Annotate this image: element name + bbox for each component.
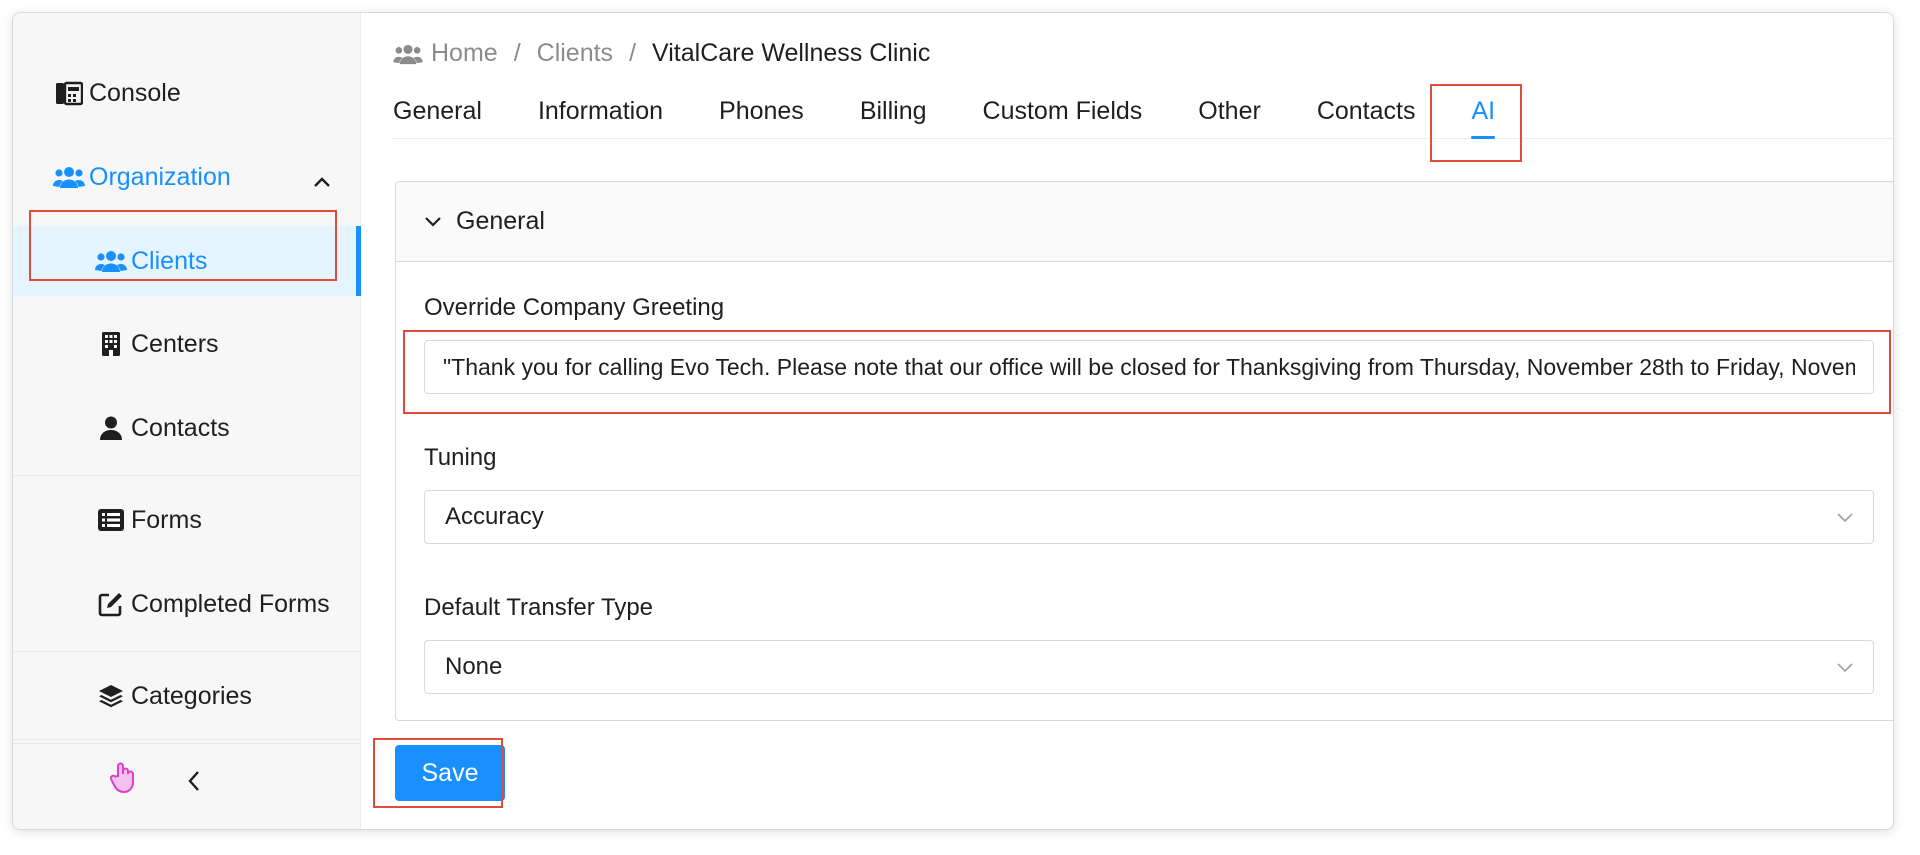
general-collapse-panel: General Override Company Greeting Tuning… bbox=[395, 181, 1893, 721]
tab-billing[interactable]: Billing bbox=[860, 75, 927, 139]
sidebar-item-label: Organization bbox=[89, 162, 231, 191]
tuning-value: Accuracy bbox=[445, 503, 544, 530]
building-icon bbox=[95, 328, 127, 360]
sidebar-item-label: Centers bbox=[131, 329, 219, 358]
tab-general[interactable]: General bbox=[393, 75, 482, 139]
tab-custom-fields[interactable]: Custom Fields bbox=[983, 75, 1143, 139]
app-window: Console Organization Clients Centers Con… bbox=[12, 12, 1894, 830]
sidebar: Console Organization Clients Centers Con… bbox=[13, 13, 361, 829]
sidebar-item-label: Forms bbox=[131, 505, 202, 534]
layers-icon bbox=[95, 680, 127, 712]
breadcrumb-current: VitalCare Wellness Clinic bbox=[652, 39, 931, 67]
tab-information[interactable]: Information bbox=[538, 75, 663, 139]
chevron-left-icon bbox=[187, 770, 201, 797]
transfer-type-select[interactable]: None bbox=[424, 640, 1874, 694]
sidebar-item-organization[interactable]: Organization bbox=[13, 142, 361, 212]
sidebar-item-centers[interactable]: Centers bbox=[13, 309, 361, 379]
sidebar-item-forms[interactable]: Forms bbox=[13, 485, 361, 555]
sidebar-divider bbox=[13, 651, 361, 652]
users-icon bbox=[393, 43, 423, 65]
breadcrumb: Home / Clients / VitalCare Wellness Clin… bbox=[393, 39, 930, 68]
greeting-input[interactable] bbox=[424, 340, 1874, 394]
chevron-down-icon bbox=[1835, 507, 1855, 527]
save-button[interactable]: Save bbox=[395, 745, 505, 801]
chevron-up-icon[interactable] bbox=[313, 166, 331, 195]
users-icon bbox=[95, 245, 127, 277]
sidebar-item-console[interactable]: Console bbox=[13, 58, 361, 128]
users-icon bbox=[53, 161, 85, 193]
breadcrumb-home[interactable]: Home bbox=[431, 39, 498, 68]
panel-header[interactable]: General bbox=[396, 182, 1893, 262]
breadcrumb-separator: / bbox=[629, 39, 637, 67]
sidebar-divider bbox=[13, 475, 361, 476]
tab-other[interactable]: Other bbox=[1198, 75, 1261, 139]
transfer-type-value: None bbox=[445, 653, 503, 680]
sidebar-item-label: Contacts bbox=[131, 413, 230, 442]
tab-ai[interactable]: AI bbox=[1471, 75, 1496, 139]
chevron-down-icon bbox=[1835, 657, 1855, 677]
tuning-select[interactable]: Accuracy bbox=[424, 490, 1874, 544]
list-icon bbox=[95, 504, 127, 536]
user-icon bbox=[95, 412, 127, 444]
chevron-down-icon bbox=[424, 216, 442, 228]
tab-phones[interactable]: Phones bbox=[719, 75, 804, 139]
breadcrumb-clients[interactable]: Clients bbox=[537, 39, 613, 68]
main-content: Home / Clients / VitalCare Wellness Clin… bbox=[361, 13, 1893, 829]
sidebar-item-clients[interactable]: Clients bbox=[13, 226, 361, 296]
sidebar-item-label: Categories bbox=[131, 681, 252, 710]
edit-icon bbox=[95, 588, 127, 620]
greeting-label: Override Company Greeting bbox=[424, 294, 725, 321]
tab-contacts[interactable]: Contacts bbox=[1317, 75, 1416, 139]
tab-bar: General Information Phones Billing Custo… bbox=[393, 75, 1893, 139]
hand-cursor-icon bbox=[109, 762, 138, 799]
breadcrumb-separator: / bbox=[513, 39, 521, 67]
sidebar-footer bbox=[13, 739, 361, 829]
panel-title: General bbox=[456, 207, 545, 235]
sidebar-item-label: Console bbox=[89, 78, 181, 107]
sidebar-item-completed-forms[interactable]: Completed Forms bbox=[13, 569, 361, 639]
tab-label: AI bbox=[1471, 97, 1496, 125]
sidebar-item-categories[interactable]: Categories bbox=[13, 661, 361, 731]
sidebar-item-label: Completed Forms bbox=[131, 589, 330, 618]
transfer-type-label: Default Transfer Type bbox=[424, 594, 654, 621]
tuning-label: Tuning bbox=[424, 444, 497, 471]
sidebar-item-label: Clients bbox=[131, 246, 208, 275]
collapse-sidebar-button[interactable] bbox=[179, 768, 209, 798]
sidebar-item-contacts[interactable]: Contacts bbox=[13, 393, 361, 463]
console-icon bbox=[53, 77, 85, 109]
active-tab-indicator bbox=[1471, 136, 1496, 139]
